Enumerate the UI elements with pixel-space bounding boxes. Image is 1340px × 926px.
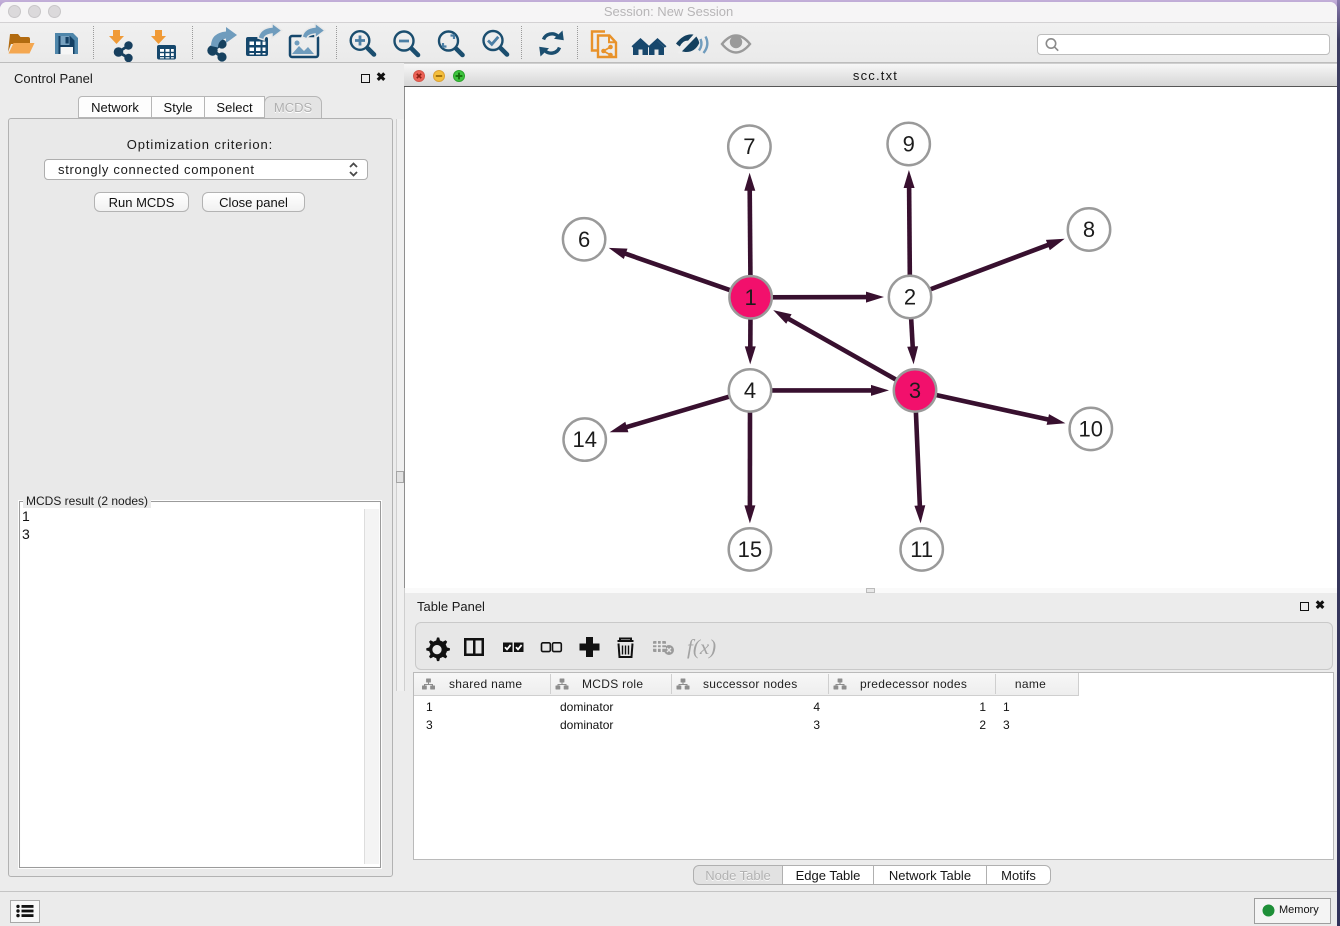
svg-text:11: 11 [910, 537, 933, 562]
svg-text:10: 10 [1079, 416, 1103, 441]
svg-text:9: 9 [903, 132, 915, 157]
svg-text:2: 2 [904, 285, 916, 310]
svg-text:f(x): f(x) [687, 635, 716, 659]
svg-text:15: 15 [738, 537, 762, 562]
svg-text:6: 6 [578, 227, 590, 252]
svg-text:4: 4 [744, 378, 756, 403]
svg-text:3: 3 [909, 378, 921, 403]
svg-text:8: 8 [1083, 217, 1095, 242]
svg-text:7: 7 [743, 134, 755, 159]
svg-text:14: 14 [572, 427, 596, 452]
svg-text:1: 1 [744, 285, 756, 310]
